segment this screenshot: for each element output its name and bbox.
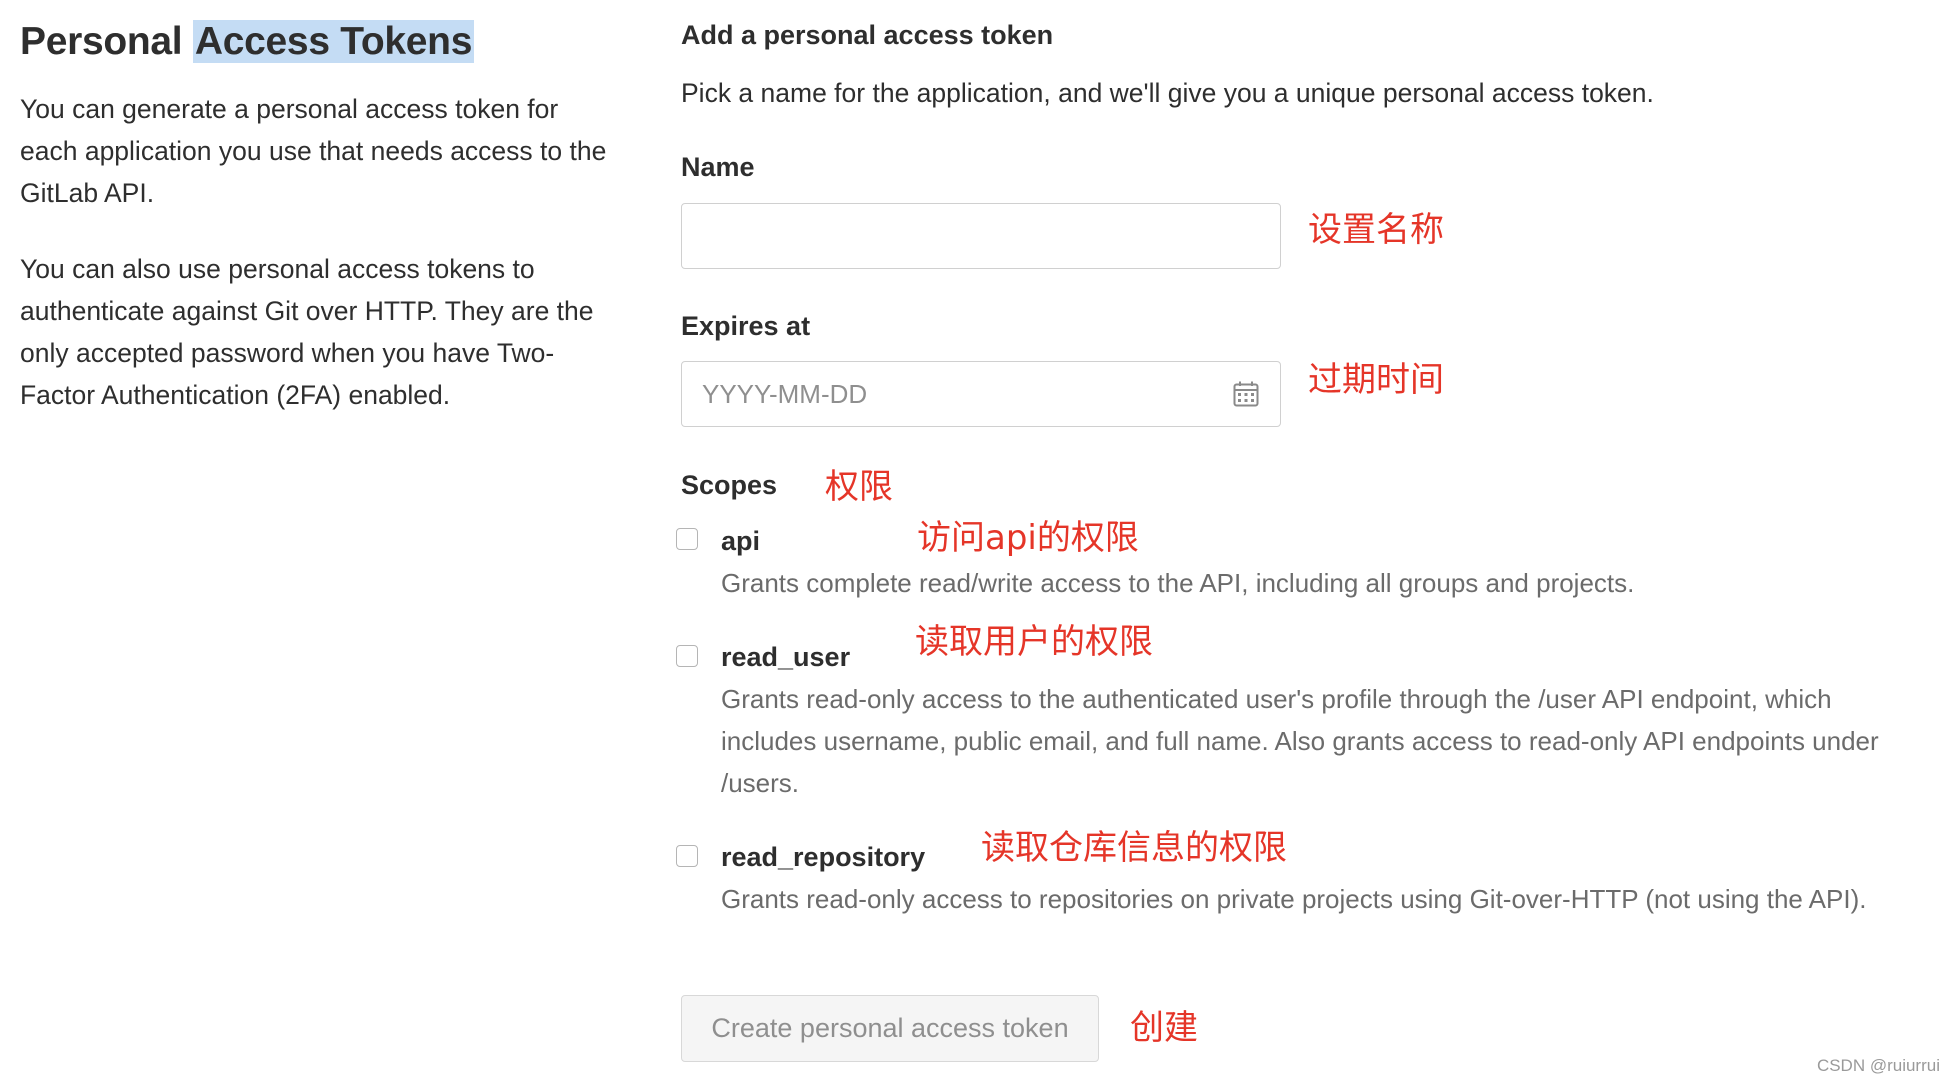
scope-api-label[interactable]: api bbox=[721, 521, 760, 561]
annotation-create: 创建 bbox=[1130, 1008, 1198, 1048]
page-title: Personal Access Tokens bbox=[20, 14, 475, 70]
annotation-read-repository: 读取仓库信息的权限 bbox=[981, 828, 1287, 868]
scope-read-user-checkbox[interactable] bbox=[676, 645, 698, 667]
scope-api-description: Grants complete read/write access to the… bbox=[721, 568, 1635, 598]
expires-label: Expires at bbox=[681, 311, 811, 341]
page-title-part1: Personal bbox=[20, 20, 193, 63]
scope-api-checkbox[interactable] bbox=[676, 528, 698, 550]
scope-read-user-label[interactable]: read_user bbox=[721, 637, 850, 677]
annotation-name: 设置名称 bbox=[1308, 210, 1444, 250]
page-title-highlighted: Access Tokens bbox=[192, 20, 475, 63]
name-input[interactable] bbox=[681, 203, 1281, 269]
scope-read-repository-description: Grants read-only access to repositories … bbox=[721, 884, 1867, 914]
annotation-expires: 过期时间 bbox=[1308, 360, 1444, 400]
expires-input[interactable] bbox=[681, 361, 1281, 427]
annotation-api: 访问api的权限 bbox=[917, 518, 1139, 558]
form-description: Pick a name for the application, and we'… bbox=[681, 78, 1654, 108]
annotation-read-user: 读取用户的权限 bbox=[915, 622, 1153, 662]
create-token-button[interactable]: Create personal access token bbox=[681, 995, 1099, 1062]
scope-read-repository-label[interactable]: read_repository bbox=[721, 837, 925, 877]
annotation-scopes: 权限 bbox=[825, 467, 893, 507]
scopes-label: Scopes bbox=[681, 470, 778, 500]
watermark: CSDN @ruiurrui bbox=[1816, 1056, 1940, 1075]
intro-paragraph-2: You can also use personal access tokens … bbox=[20, 254, 594, 410]
intro-paragraph-1: You can generate a personal access token… bbox=[20, 94, 607, 208]
name-label: Name bbox=[681, 152, 755, 182]
expires-field bbox=[681, 361, 1281, 427]
scope-read-repository-checkbox[interactable] bbox=[676, 845, 698, 867]
calendar-icon[interactable] bbox=[1233, 381, 1259, 407]
form-heading: Add a personal access token bbox=[681, 20, 1054, 50]
scope-read-user-description: Grants read-only access to the authentic… bbox=[721, 684, 1879, 798]
